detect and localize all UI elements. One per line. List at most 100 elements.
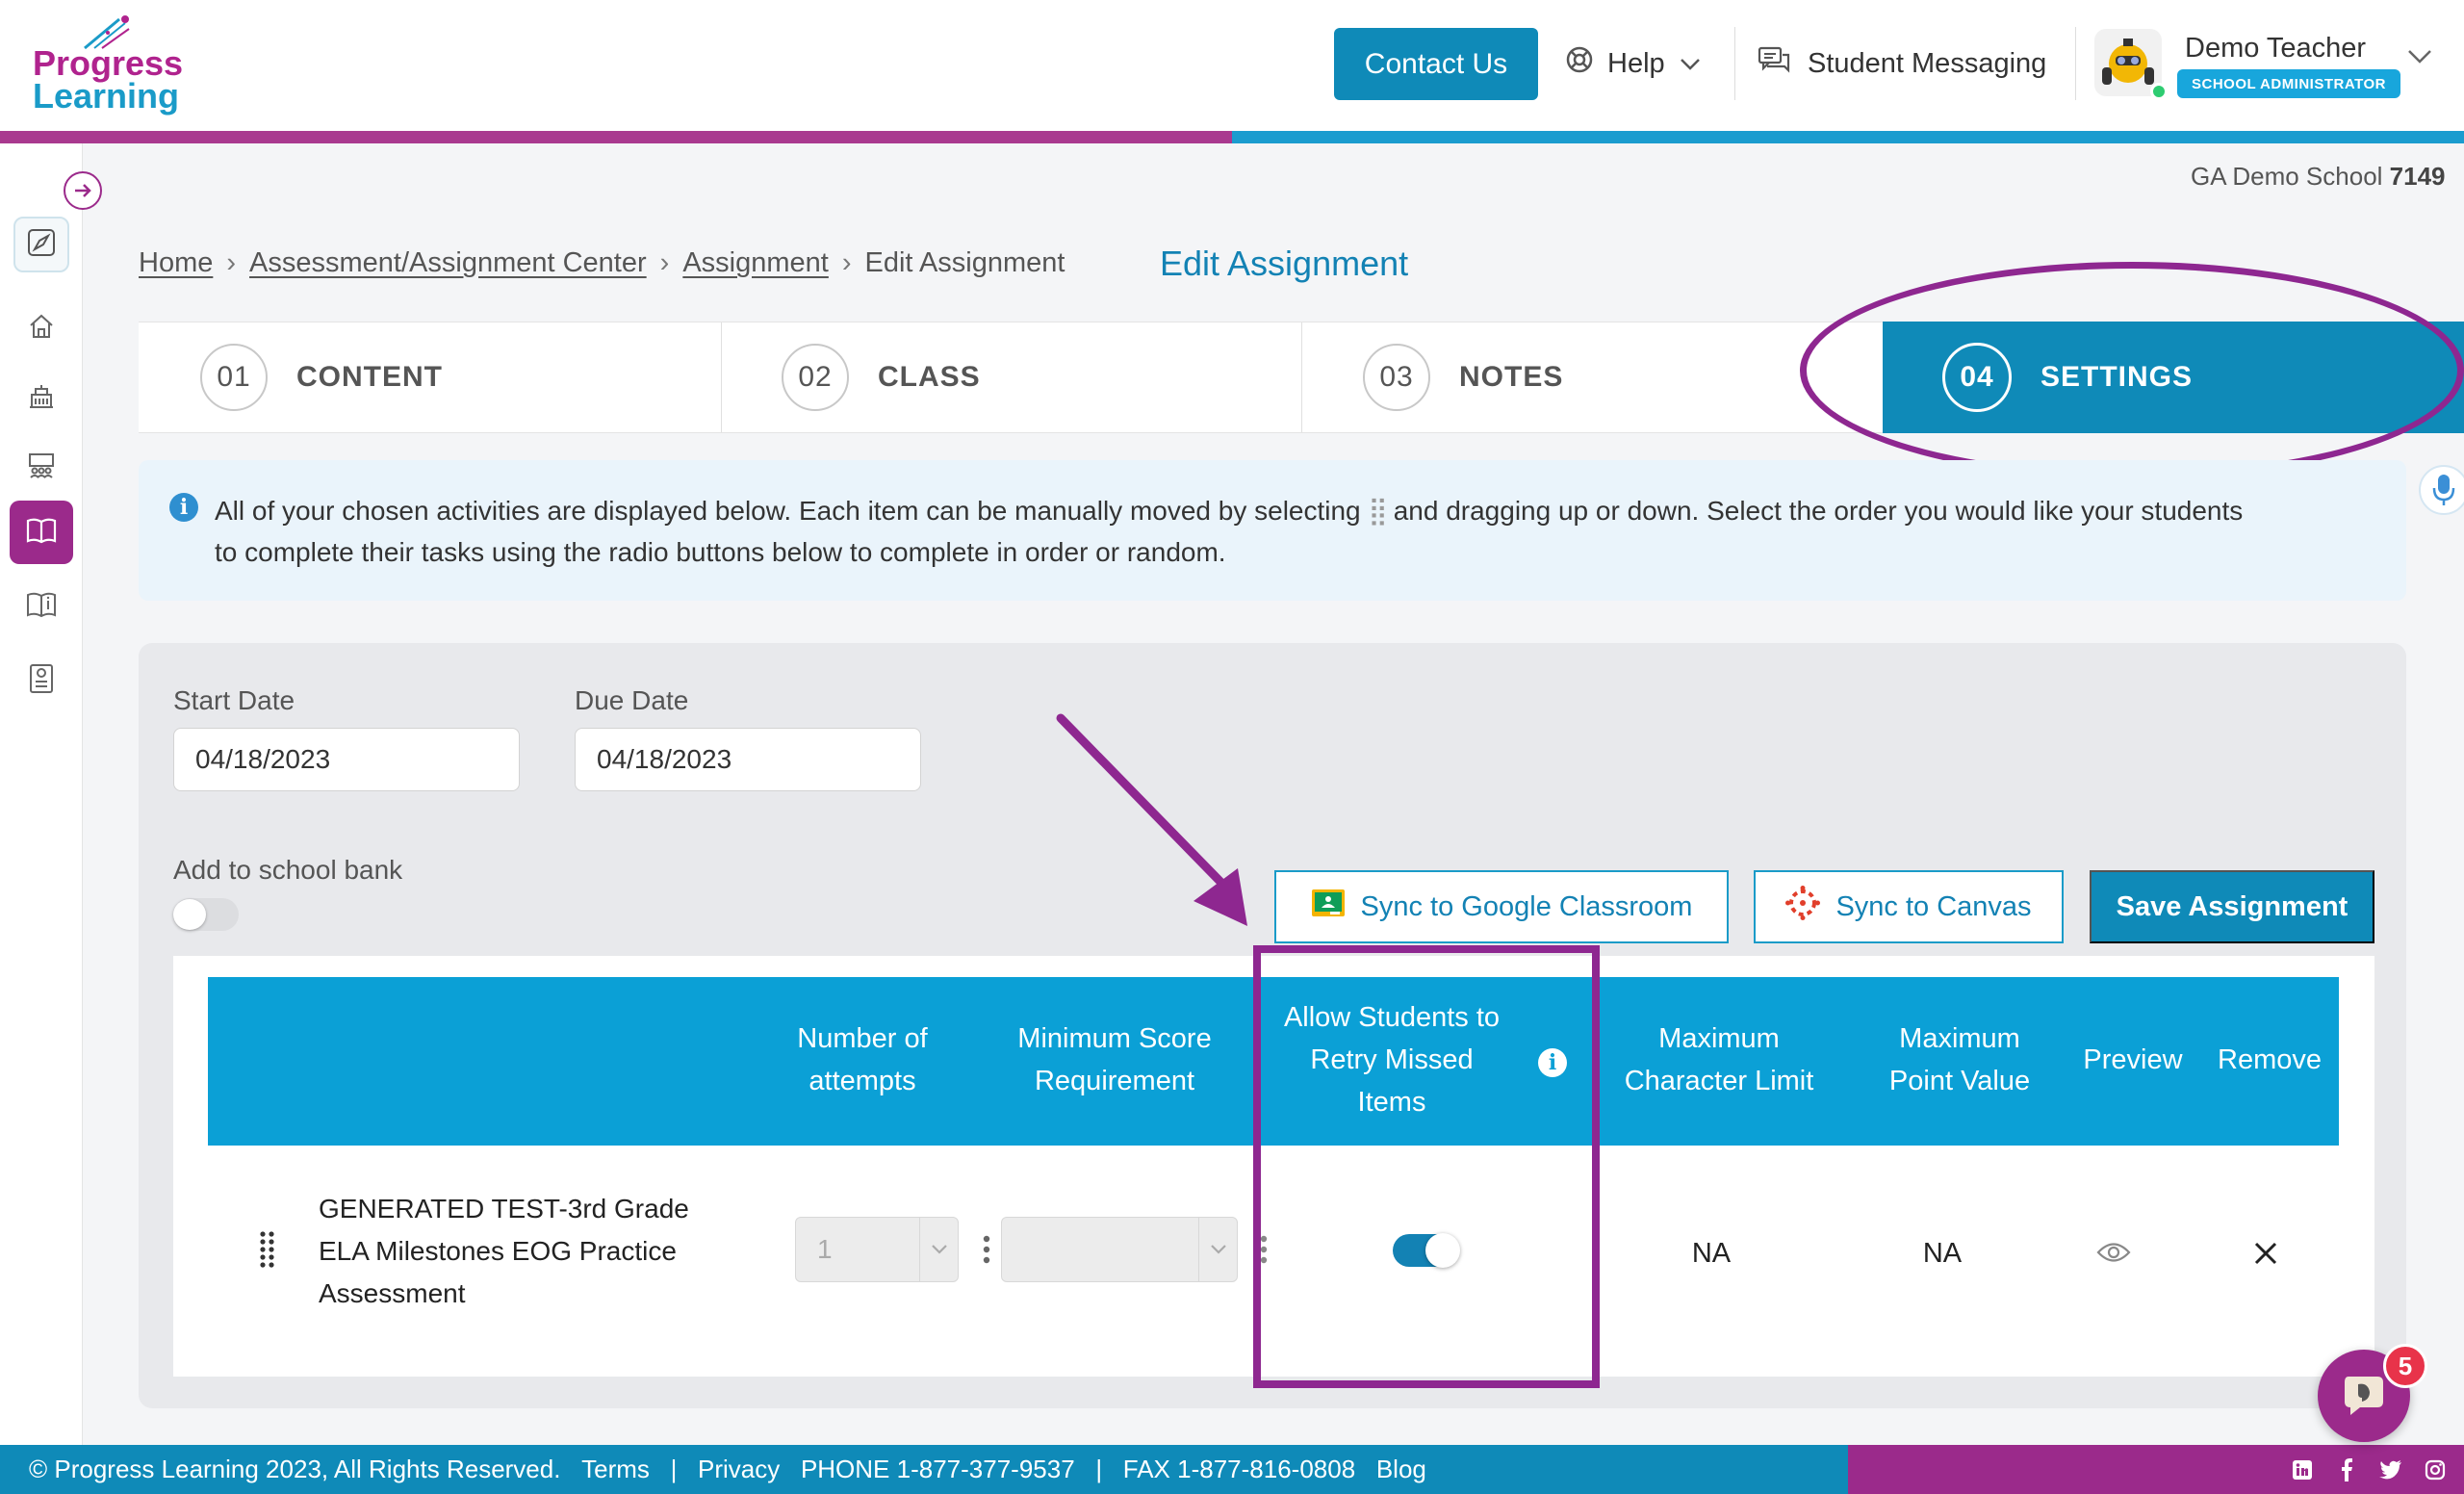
chat-head-icon bbox=[2339, 1369, 2389, 1424]
book-info-icon bbox=[25, 590, 58, 624]
instagram-icon[interactable] bbox=[2424, 1458, 2447, 1481]
step-label: CLASS bbox=[878, 361, 981, 393]
header-number-of-attempts: Number of attempts bbox=[766, 1017, 959, 1102]
max-character-value: NA bbox=[1691, 1238, 1732, 1269]
facebook-icon[interactable] bbox=[2335, 1457, 2358, 1481]
close-icon[interactable] bbox=[2252, 1240, 2279, 1272]
header-line: Requirement bbox=[1034, 1066, 1195, 1096]
title-line: ELA Milestones EOG Practice bbox=[319, 1236, 677, 1266]
header-remove: Remove bbox=[2218, 1044, 2322, 1075]
microphone-icon[interactable] bbox=[2419, 465, 2464, 515]
lifebuoy-icon bbox=[1565, 45, 1594, 82]
sidebar-item-classes[interactable] bbox=[13, 439, 69, 495]
google-sync-label: Sync to Google Classroom bbox=[1360, 890, 1693, 922]
contact-us-button[interactable]: Contact Us bbox=[1334, 28, 1538, 100]
header-minimum-score: Minimum Score Requirement bbox=[999, 1017, 1230, 1102]
info-text-part: All of your chosen activities are displa… bbox=[215, 496, 1361, 526]
logo-text-learning[interactable]: Learning bbox=[33, 79, 179, 114]
toggle-knob bbox=[173, 899, 206, 930]
header-line: Maximum bbox=[1658, 1023, 1780, 1054]
footer-fax: FAX 1-877-816-0808 bbox=[1122, 1455, 1356, 1483]
sidebar-item-library[interactable] bbox=[13, 579, 69, 634]
title-line: Assessment bbox=[319, 1278, 466, 1308]
header-line: attempts bbox=[808, 1066, 916, 1096]
chat-bubbles-icon bbox=[1758, 45, 1790, 82]
step-number: 03 bbox=[1363, 344, 1430, 411]
header-max-point-value: Maximum Point Value bbox=[1854, 1017, 2066, 1102]
compass-icon bbox=[26, 227, 57, 263]
sidebar-item-dashboard[interactable] bbox=[13, 217, 69, 272]
header-stripe-purple bbox=[0, 131, 1232, 143]
info-banner bbox=[139, 460, 2406, 601]
step-divider bbox=[721, 322, 722, 432]
step-number: 01 bbox=[200, 344, 268, 411]
breadcrumb-current: Edit Assignment bbox=[864, 247, 1065, 278]
activity-title: GENERATED TEST-3rd Grade ELA Milestones E… bbox=[319, 1188, 723, 1315]
messaging-label: Student Messaging bbox=[1808, 47, 2047, 79]
min-score-select[interactable] bbox=[1001, 1217, 1238, 1282]
school-id: 7149 bbox=[2389, 162, 2446, 191]
save-assignment-button[interactable]: Save Assignment bbox=[2090, 870, 2374, 943]
breadcrumb-assessment-center[interactable]: Assessment/Assignment Center bbox=[249, 247, 647, 279]
annotation-ellipse bbox=[1800, 262, 2464, 479]
notification-badge: 5 bbox=[2383, 1344, 2427, 1388]
sidebar-item-assignments[interactable] bbox=[10, 501, 73, 564]
step-divider bbox=[1301, 322, 1302, 432]
breadcrumb-assignment[interactable]: Assignment bbox=[682, 247, 829, 279]
chevron-down-icon[interactable] bbox=[2406, 48, 2433, 70]
classroom-icon bbox=[26, 450, 57, 485]
page-title: Edit Assignment bbox=[1160, 244, 1409, 283]
school-bank-toggle[interactable] bbox=[173, 898, 239, 931]
header-line: Number of bbox=[797, 1023, 928, 1054]
info-icon: i bbox=[169, 493, 198, 522]
sync-canvas-button[interactable]: Sync to Canvas bbox=[1754, 870, 2064, 943]
school-bank-label: Add to school bank bbox=[173, 855, 403, 885]
title-line: GENERATED TEST-3rd Grade bbox=[319, 1194, 689, 1224]
sidebar-item-home[interactable] bbox=[13, 300, 69, 356]
canvas-sync-label: Sync to Canvas bbox=[1835, 890, 2032, 922]
start-date-label: Start Date bbox=[173, 685, 295, 715]
student-messaging-link[interactable]: Student Messaging bbox=[1758, 44, 2046, 83]
step-notes[interactable]: 03 NOTES bbox=[1363, 322, 1563, 432]
drag-handle-icon: ⣿ bbox=[1368, 496, 1387, 526]
breadcrumb-home[interactable]: Home bbox=[139, 247, 213, 279]
help-menu[interactable]: Help bbox=[1565, 44, 1702, 83]
footer-blog-link[interactable]: Blog bbox=[1376, 1455, 1426, 1484]
due-date-input[interactable] bbox=[575, 728, 921, 791]
header-line: Character Limit bbox=[1624, 1066, 1814, 1096]
step-label: CONTENT bbox=[296, 361, 443, 393]
chevron-down-icon bbox=[919, 1218, 958, 1281]
linkedin-icon[interactable] bbox=[2291, 1458, 2314, 1481]
chevron-down-icon bbox=[1198, 1218, 1237, 1281]
max-point-value: NA bbox=[1922, 1238, 1963, 1269]
footer-terms-link[interactable]: Terms bbox=[581, 1455, 650, 1484]
twitter-icon[interactable] bbox=[2379, 1458, 2402, 1481]
breadcrumb: Home › Assessment/Assignment Center › As… bbox=[139, 247, 1065, 279]
sidebar-item-reports[interactable] bbox=[13, 653, 69, 708]
footer-copyright: © Progress Learning 2023, All Rights Res… bbox=[29, 1455, 561, 1483]
due-date-label: Due Date bbox=[575, 685, 689, 715]
chevron-right-icon: › bbox=[659, 247, 670, 278]
footer-privacy-link[interactable]: Privacy bbox=[698, 1455, 780, 1484]
google-classroom-icon bbox=[1311, 889, 1346, 925]
chevron-down-icon bbox=[1679, 48, 1702, 80]
info-text-part: and dragging up or down. Select the orde… bbox=[1393, 496, 2244, 526]
eye-icon[interactable] bbox=[2096, 1240, 2131, 1270]
drag-handle-icon[interactable] bbox=[258, 1230, 277, 1274]
expand-sidebar-icon[interactable] bbox=[64, 171, 102, 210]
step-number: 02 bbox=[782, 344, 849, 411]
start-date-input[interactable] bbox=[173, 728, 520, 791]
help-label: Help bbox=[1607, 47, 1665, 79]
footer-social bbox=[1848, 1445, 2464, 1494]
sync-google-classroom-button[interactable]: Sync to Google Classroom bbox=[1274, 870, 1729, 943]
header-divider bbox=[2075, 27, 2076, 100]
user-name[interactable]: Demo Teacher bbox=[2185, 33, 2366, 64]
attempts-select[interactable]: 1 bbox=[795, 1217, 959, 1282]
more-options-icon[interactable] bbox=[982, 1234, 991, 1270]
step-content[interactable]: 01 CONTENT bbox=[200, 322, 443, 432]
header-divider bbox=[1734, 27, 1735, 100]
chevron-right-icon: › bbox=[841, 247, 852, 278]
header-line: Maximum bbox=[1899, 1023, 2020, 1054]
sidebar-item-school[interactable] bbox=[13, 371, 69, 426]
step-class[interactable]: 02 CLASS bbox=[782, 322, 981, 432]
